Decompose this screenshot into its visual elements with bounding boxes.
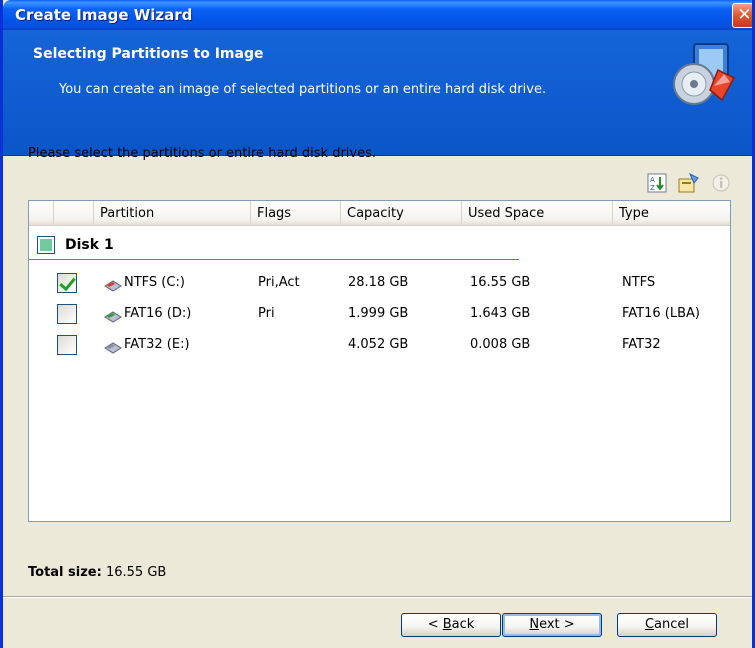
- partition-cell: FAT16 (D:): [103, 300, 191, 328]
- next-button[interactable]: Next >: [502, 613, 602, 637]
- capacity-cell: 4.052 GB: [348, 337, 409, 352]
- partition-drive-icon: [103, 276, 123, 292]
- partition-name: FAT16 (D:): [124, 306, 192, 321]
- disk-image-wizard-icon: [672, 40, 740, 110]
- partition-cell: NTFS (C:): [103, 269, 185, 297]
- total-size-label: Total size:: [28, 565, 102, 580]
- used-space-cell: 16.55 GB: [470, 275, 531, 290]
- partition-name: NTFS (C:): [124, 275, 185, 290]
- total-size: Total size: 16.55 GB: [28, 565, 166, 580]
- partition-cell: FAT32 (E:): [103, 331, 190, 359]
- page-title: Selecting Partitions to Image: [33, 46, 264, 62]
- partition-drive-icon: [103, 338, 123, 354]
- cancel-button-label: ancel: [654, 617, 690, 632]
- capacity-cell: 28.18 GB: [348, 275, 409, 290]
- back-button-label: ack: [451, 617, 475, 632]
- wizard-header: Selecting Partitions to Image You can cr…: [3, 30, 752, 156]
- partition-name: FAT32 (E:): [124, 337, 190, 352]
- type-cell: FAT16 (LBA): [622, 306, 700, 321]
- svg-text:A: A: [650, 176, 655, 184]
- partition-list[interactable]: Partition Flags Capacity Used Space Type…: [28, 200, 731, 522]
- title-bar[interactable]: Create Image Wizard ✕: [3, 0, 752, 30]
- column-header-spacer: [29, 201, 53, 226]
- column-header-flags[interactable]: Flags: [250, 201, 340, 226]
- list-header: Partition Flags Capacity Used Space Type: [29, 201, 730, 226]
- partition-checkbox[interactable]: [57, 304, 77, 324]
- window-title: Create Image Wizard: [15, 6, 193, 24]
- close-icon: ✕: [737, 5, 752, 25]
- used-space-cell: 1.643 GB: [470, 306, 531, 321]
- capacity-cell: 1.999 GB: [348, 306, 409, 321]
- back-button-prefix: <: [427, 617, 443, 632]
- cancel-button[interactable]: Cancel: [617, 613, 717, 637]
- group-divider: [29, 259, 519, 260]
- column-header-used-space[interactable]: Used Space: [461, 201, 612, 226]
- instruction-text: Please select the partitions or entire h…: [28, 146, 376, 161]
- sort-icon[interactable]: A Z: [646, 172, 668, 194]
- flags-cell: Pri,Act: [258, 275, 300, 290]
- cancel-button-accesskey: C: [644, 617, 655, 632]
- list-toolbar: A Z: [646, 172, 732, 194]
- next-button-label: ext >: [539, 617, 575, 632]
- info-icon[interactable]: [710, 172, 732, 194]
- wizard-window: Create Image Wizard ✕ Selecting Partitio…: [0, 0, 755, 648]
- type-cell: FAT32: [622, 337, 661, 352]
- svg-text:Z: Z: [650, 184, 655, 192]
- column-header-type[interactable]: Type: [612, 201, 732, 226]
- close-button[interactable]: ✕: [732, 3, 752, 28]
- flags-cell: Pri: [258, 306, 275, 321]
- page-subtitle: You can create an image of selected part…: [59, 82, 547, 97]
- disk-group-label: Disk 1: [65, 237, 114, 253]
- type-cell: NTFS: [622, 275, 656, 290]
- next-button-accesskey: N: [529, 617, 540, 632]
- used-space-cell: 0.008 GB: [470, 337, 531, 352]
- back-button[interactable]: < Back: [401, 613, 501, 637]
- column-header-capacity[interactable]: Capacity: [340, 201, 461, 226]
- footer-separator: [3, 596, 752, 598]
- partition-drive-icon: [103, 307, 123, 323]
- table-row[interactable]: FAT16 (D:) Pri 1.999 GB 1.643 GB FAT16 (…: [29, 300, 730, 328]
- table-row[interactable]: FAT32 (E:) 4.052 GB 0.008 GB FAT32: [29, 331, 730, 359]
- partition-checkbox[interactable]: [57, 335, 77, 355]
- total-size-value: 16.55 GB: [105, 565, 167, 580]
- partial-check-indicator: [40, 239, 52, 251]
- column-header-check: [53, 201, 93, 226]
- back-button-accesskey: B: [442, 617, 452, 632]
- disk-group-checkbox[interactable]: [37, 236, 55, 254]
- column-header-partition[interactable]: Partition: [93, 201, 250, 226]
- table-row[interactable]: NTFS (C:) Pri,Act 28.18 GB 16.55 GB NTFS: [29, 269, 730, 297]
- partition-checkbox[interactable]: [57, 273, 77, 293]
- properties-icon[interactable]: [678, 172, 700, 194]
- disk-group-row[interactable]: Disk 1: [37, 233, 114, 257]
